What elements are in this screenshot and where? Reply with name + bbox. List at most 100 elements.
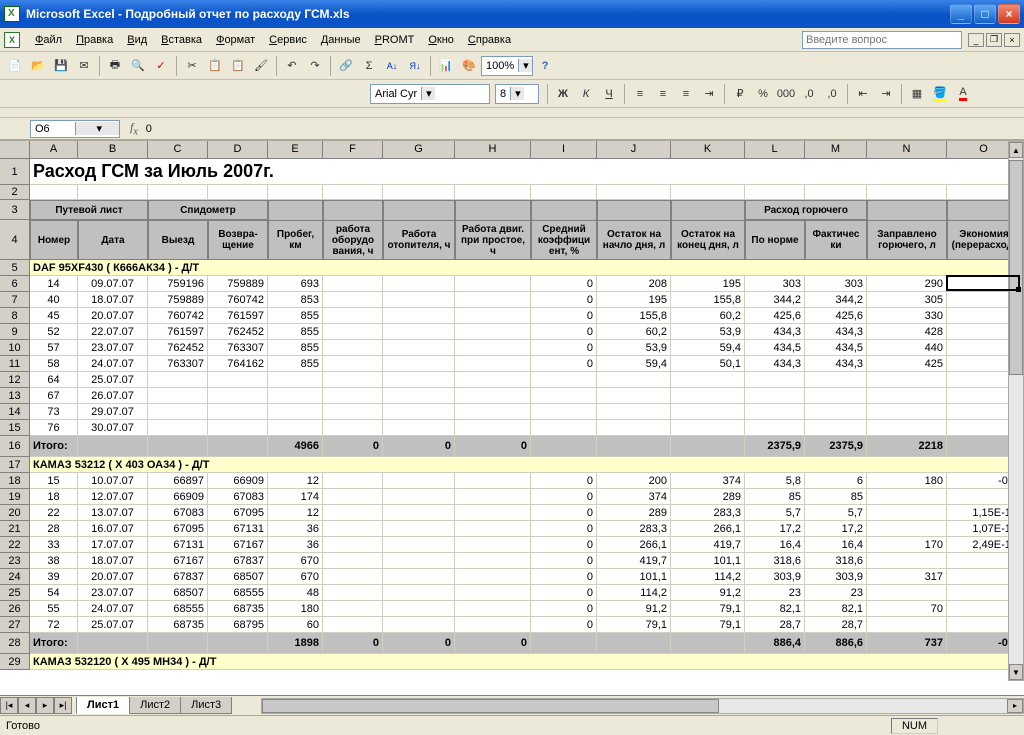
cell[interactable] <box>455 553 531 569</box>
cell[interactable]: 208 <box>597 276 671 292</box>
align-left-button[interactable]: ≡ <box>629 83 651 105</box>
cell[interactable] <box>455 601 531 617</box>
cell[interactable] <box>323 308 383 324</box>
cell[interactable]: 59,4 <box>671 340 745 356</box>
save-button[interactable]: 💾 <box>50 55 72 77</box>
cell[interactable]: 22.07.07 <box>78 324 148 340</box>
cell[interactable]: 68555 <box>148 601 208 617</box>
cell[interactable]: Итого: <box>30 436 78 457</box>
cell[interactable]: 68555 <box>208 585 268 601</box>
undo-button[interactable]: ↶ <box>281 55 303 77</box>
cell[interactable] <box>455 200 531 220</box>
cell[interactable]: 55 <box>30 601 78 617</box>
menu-файл[interactable]: Файл <box>28 32 69 48</box>
cell[interactable]: 67167 <box>208 537 268 553</box>
cell[interactable]: 30.07.07 <box>78 420 148 436</box>
cell[interactable]: Остаток на начло дня, л <box>597 220 671 260</box>
cell[interactable] <box>323 537 383 553</box>
cell[interactable] <box>78 436 148 457</box>
cell[interactable] <box>867 404 947 420</box>
cell[interactable] <box>323 553 383 569</box>
cell[interactable]: 759889 <box>208 276 268 292</box>
cell[interactable] <box>455 308 531 324</box>
cell[interactable] <box>805 372 867 388</box>
cell[interactable]: 22 <box>30 505 78 521</box>
fill-color-button[interactable]: 🪣 <box>929 83 951 105</box>
cell[interactable]: 303,9 <box>805 569 867 585</box>
cell[interactable]: Возвра-щение <box>208 220 268 260</box>
col-header-D[interactable]: D <box>208 141 268 159</box>
cell[interactable] <box>208 633 268 654</box>
cell[interactable]: 0 <box>531 276 597 292</box>
cell[interactable] <box>148 388 208 404</box>
cell[interactable] <box>78 633 148 654</box>
row-header[interactable]: 12 <box>0 372 30 388</box>
cell[interactable]: 155,8 <box>671 292 745 308</box>
minimize-button[interactable]: _ <box>950 4 972 24</box>
cell[interactable]: 434,5 <box>745 340 805 356</box>
cell[interactable]: 305 <box>867 292 947 308</box>
col-header-B[interactable]: B <box>78 141 148 159</box>
cell[interactable] <box>268 372 323 388</box>
row-header[interactable]: 4 <box>0 220 30 260</box>
cell[interactable]: 53,9 <box>671 324 745 340</box>
cell[interactable]: 0 <box>323 633 383 654</box>
cell[interactable] <box>867 372 947 388</box>
row-header[interactable]: 7 <box>0 292 30 308</box>
cell[interactable]: 67095 <box>208 505 268 521</box>
cell[interactable]: 48 <box>268 585 323 601</box>
cell[interactable]: Фактичес ки <box>805 220 867 260</box>
formula-bar[interactable]: 0 <box>146 123 152 135</box>
col-header-K[interactable]: K <box>671 141 745 159</box>
cell[interactable]: работа оборудо вания, ч <box>323 220 383 260</box>
bold-button[interactable]: Ж <box>552 83 574 105</box>
cell[interactable]: 0 <box>531 292 597 308</box>
cell[interactable] <box>208 185 268 200</box>
menu-правка[interactable]: Правка <box>69 32 120 48</box>
cell[interactable]: 428 <box>867 324 947 340</box>
cell[interactable]: 195 <box>597 292 671 308</box>
cell[interactable]: 303,9 <box>745 569 805 585</box>
underline-button[interactable]: Ч <box>598 83 620 105</box>
cell[interactable] <box>455 537 531 553</box>
cell[interactable]: 0 <box>531 340 597 356</box>
cell[interactable]: 60,2 <box>671 308 745 324</box>
cell[interactable]: 318,6 <box>745 553 805 569</box>
row-header[interactable]: 22 <box>0 537 30 553</box>
cell[interactable]: 764162 <box>208 356 268 372</box>
cell[interactable]: 289 <box>597 505 671 521</box>
cell[interactable]: 45 <box>30 308 78 324</box>
cell[interactable] <box>531 633 597 654</box>
cell[interactable]: 0 <box>531 521 597 537</box>
cell[interactable] <box>531 200 597 220</box>
cell[interactable] <box>383 553 455 569</box>
cell[interactable]: 60,2 <box>597 324 671 340</box>
print-button[interactable]: 🖶 <box>104 55 126 77</box>
row-header[interactable]: 13 <box>0 388 30 404</box>
col-header-G[interactable]: G <box>383 141 455 159</box>
cell[interactable]: Расход горючего <box>745 200 867 220</box>
cell[interactable]: 53,9 <box>597 340 671 356</box>
cell[interactable]: 0 <box>531 537 597 553</box>
row-header[interactable]: 26 <box>0 601 30 617</box>
cell[interactable]: 344,2 <box>745 292 805 308</box>
col-header-E[interactable]: E <box>268 141 323 159</box>
cell[interactable]: 16.07.07 <box>78 521 148 537</box>
cell[interactable]: 170 <box>867 537 947 553</box>
row-header[interactable]: 11 <box>0 356 30 372</box>
cell[interactable] <box>455 473 531 489</box>
cell[interactable]: 67837 <box>208 553 268 569</box>
cell[interactable] <box>323 324 383 340</box>
cell[interactable]: 283,3 <box>671 505 745 521</box>
cell[interactable]: 425 <box>867 356 947 372</box>
cell[interactable]: 85 <box>745 489 805 505</box>
sheet-tab[interactable]: Лист3 <box>180 697 232 714</box>
vertical-scrollbar[interactable]: ▲▼ <box>1008 141 1024 681</box>
cell[interactable]: 58 <box>30 356 78 372</box>
cell[interactable] <box>78 185 148 200</box>
cell[interactable]: 18.07.07 <box>78 292 148 308</box>
maximize-button[interactable]: □ <box>974 4 996 24</box>
cell[interactable]: 4966 <box>268 436 323 457</box>
cell[interactable]: 0 <box>455 436 531 457</box>
cell[interactable] <box>805 388 867 404</box>
